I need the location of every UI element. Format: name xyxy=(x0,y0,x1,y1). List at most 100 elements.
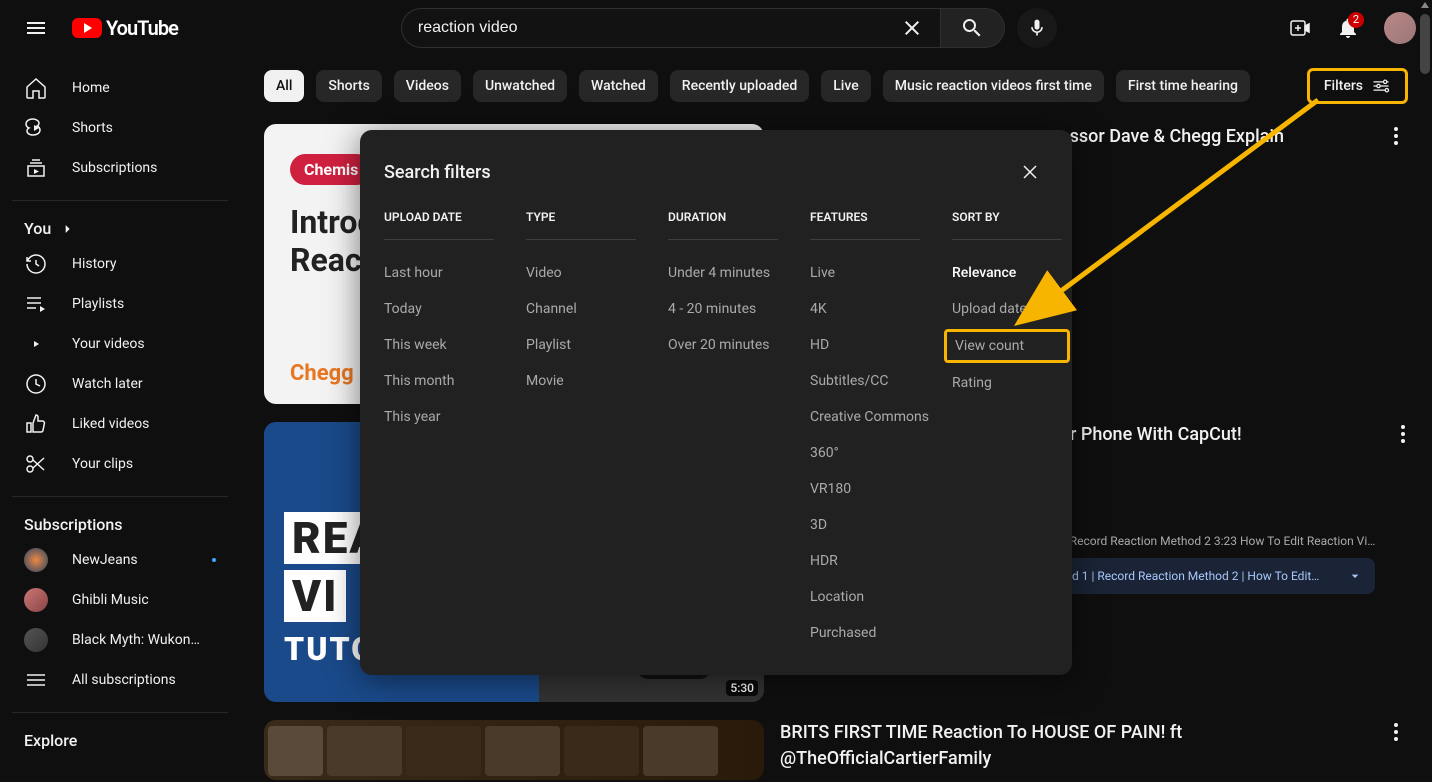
filter-option[interactable]: View count xyxy=(944,329,1070,363)
filter-option[interactable]: Live xyxy=(810,255,920,291)
filter-option[interactable]: 4K xyxy=(810,291,920,327)
sidebar-you-heading[interactable]: You xyxy=(12,213,228,244)
sidebar-label: Subscriptions xyxy=(72,160,157,176)
filter-option[interactable]: Today xyxy=(384,291,494,327)
sidebar-sub-blackmyth[interactable]: Black Myth: Wukon… xyxy=(12,620,228,660)
filter-option[interactable]: Last hour xyxy=(384,255,494,291)
chip-first-time-hearing[interactable]: First time hearing xyxy=(1116,70,1250,102)
filter-option[interactable]: Relevance xyxy=(952,255,1062,291)
create-button[interactable] xyxy=(1280,8,1320,48)
filter-column: SORT BYRelevanceUpload dateView countRat… xyxy=(952,210,1062,651)
filter-option[interactable]: Channel xyxy=(526,291,636,327)
sidebar-label: Home xyxy=(72,80,110,96)
subscriptions-icon xyxy=(24,156,48,180)
video-title[interactable]: essor Dave & Chegg Explain xyxy=(1060,124,1368,150)
filter-column: TYPEVideoChannelPlaylistMovie xyxy=(526,210,636,651)
all-subs-icon xyxy=(24,668,48,692)
sidebar-item-home[interactable]: Home xyxy=(12,68,228,108)
sidebar-item-all-subs[interactable]: All subscriptions xyxy=(12,660,228,700)
sidebar-label: Your clips xyxy=(72,456,133,472)
sidebar-item-your-clips[interactable]: Your clips xyxy=(12,444,228,484)
filter-option[interactable]: VR180 xyxy=(810,471,920,507)
filter-option[interactable]: Purchased xyxy=(810,615,920,651)
header-actions: 2 xyxy=(1280,8,1416,48)
filter-option[interactable]: This year xyxy=(384,399,494,435)
tune-icon xyxy=(1371,76,1391,96)
filters-button[interactable]: Filters xyxy=(1307,68,1408,104)
account-avatar[interactable] xyxy=(1384,12,1416,44)
voice-search-button[interactable] xyxy=(1017,8,1057,48)
chip-shorts[interactable]: Shorts xyxy=(316,70,381,102)
search-container xyxy=(369,8,1089,48)
chevron-down-icon xyxy=(1347,568,1363,584)
sidebar-sub-newjeans[interactable]: NewJeans xyxy=(12,540,228,580)
filter-option[interactable]: HDR xyxy=(810,543,920,579)
sidebar-item-your-videos[interactable]: Your videos xyxy=(12,324,228,364)
sidebar-item-playlists[interactable]: Playlists xyxy=(12,284,228,324)
close-icon xyxy=(1018,160,1042,184)
hamburger-menu[interactable] xyxy=(16,8,56,48)
sidebar-item-history[interactable]: History xyxy=(12,244,228,284)
filter-option[interactable]: Rating xyxy=(952,365,1062,401)
filter-option[interactable]: 360° xyxy=(810,435,920,471)
filter-column-header: SORT BY xyxy=(952,210,1062,240)
sidebar-label: Ghibli Music xyxy=(72,592,149,608)
filter-option[interactable]: HD xyxy=(810,327,920,363)
video-duration: 5:30 xyxy=(726,680,758,696)
chip-live[interactable]: Live xyxy=(821,70,870,102)
sidebar-item-shorts[interactable]: Shorts xyxy=(12,108,228,148)
notifications-button[interactable]: 2 xyxy=(1328,8,1368,48)
video-thumbnail[interactable] xyxy=(264,720,764,780)
sidebar-label: History xyxy=(72,256,117,272)
filter-option[interactable]: Video xyxy=(526,255,636,291)
youtube-play-icon xyxy=(72,18,102,38)
kebab-icon xyxy=(1384,720,1408,744)
video-title[interactable]: ur Phone With CapCut! xyxy=(1060,422,1375,448)
more-options-button[interactable] xyxy=(1384,124,1408,148)
chevron-right-icon xyxy=(59,221,75,237)
close-button[interactable] xyxy=(1012,154,1048,190)
header: YouTube 2 xyxy=(0,0,1432,56)
youtube-logo[interactable]: YouTube xyxy=(72,16,178,40)
chip-music-reaction[interactable]: Music reaction videos first time xyxy=(883,70,1104,102)
filter-option[interactable]: Playlist xyxy=(526,327,636,363)
search-icon xyxy=(960,16,984,40)
search-box[interactable] xyxy=(401,8,941,48)
filter-option[interactable]: Upload date xyxy=(952,291,1062,327)
search-button[interactable] xyxy=(941,8,1005,48)
sidebar-explore-heading: Explore xyxy=(12,725,228,756)
divider xyxy=(12,200,228,201)
chip-unwatched[interactable]: Unwatched xyxy=(473,70,567,102)
chapters-bar[interactable]: d 1 | Record Reaction Method 2 | How To … xyxy=(1060,558,1375,594)
chip-watched[interactable]: Watched xyxy=(579,70,658,102)
filter-option[interactable]: This week xyxy=(384,327,494,363)
filter-option[interactable]: Subtitles/CC xyxy=(810,363,920,399)
video-title[interactable]: BRITS FIRST TIME Reaction To HOUSE OF PA… xyxy=(780,720,1368,772)
scrollbar[interactable] xyxy=(1418,0,1432,782)
more-options-button[interactable] xyxy=(1384,720,1408,744)
sidebar-item-subscriptions[interactable]: Subscriptions xyxy=(12,148,228,188)
chip-all[interactable]: All xyxy=(264,70,304,102)
clear-icon[interactable] xyxy=(900,16,924,40)
sidebar-item-watch-later[interactable]: Watch later xyxy=(12,364,228,404)
youtube-wordmark: YouTube xyxy=(106,16,178,40)
filter-option[interactable]: Over 20 minutes xyxy=(668,327,778,363)
filter-option[interactable]: 3D xyxy=(810,507,920,543)
modal-title: Search filters xyxy=(384,162,491,183)
filter-option[interactable]: Under 4 minutes xyxy=(668,255,778,291)
filter-column-header: DURATION xyxy=(668,210,778,240)
scroll-up-icon[interactable] xyxy=(1420,0,1430,10)
sidebar-sub-ghibli[interactable]: Ghibli Music xyxy=(12,580,228,620)
more-options-button[interactable] xyxy=(1391,422,1415,446)
filter-option[interactable]: Location xyxy=(810,579,920,615)
chip-videos[interactable]: Videos xyxy=(394,70,461,102)
filter-option[interactable]: 4 - 20 minutes xyxy=(668,291,778,327)
chip-recently-uploaded[interactable]: Recently uploaded xyxy=(670,70,809,102)
filter-option[interactable]: This month xyxy=(384,363,494,399)
filter-option[interactable]: Movie xyxy=(526,363,636,399)
search-input[interactable] xyxy=(418,19,900,37)
sidebar-item-liked-videos[interactable]: Liked videos xyxy=(12,404,228,444)
scrollbar-thumb[interactable] xyxy=(1420,14,1430,74)
kebab-icon xyxy=(1391,422,1415,446)
filter-option[interactable]: Creative Commons xyxy=(810,399,920,435)
